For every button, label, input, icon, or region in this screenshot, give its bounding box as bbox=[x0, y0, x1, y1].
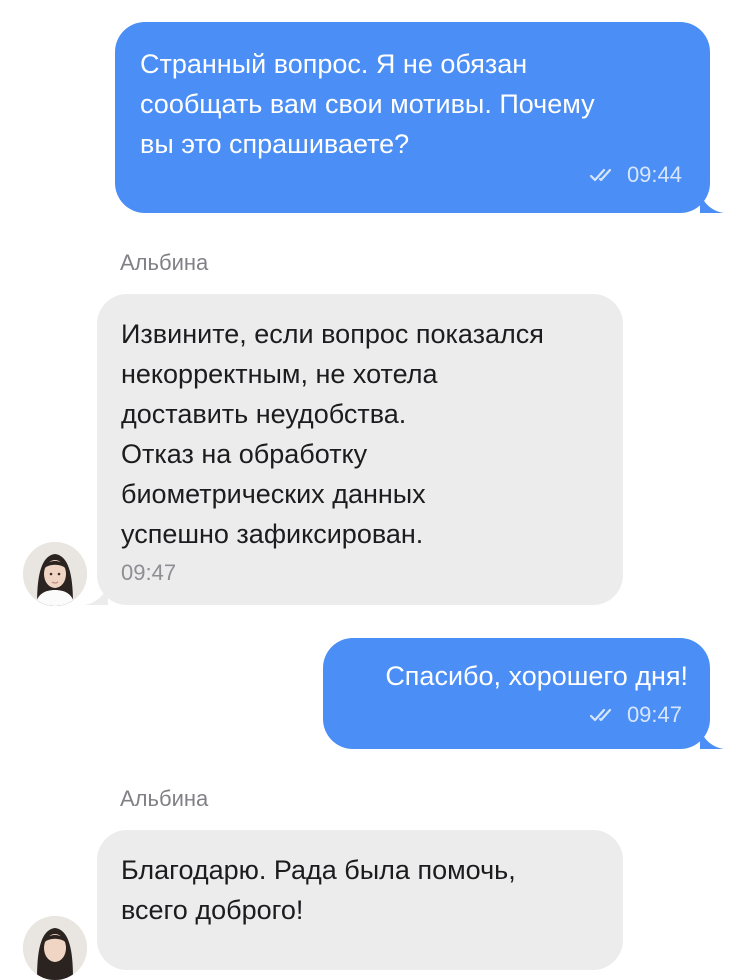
message-text: Извините, если вопрос показался некоррек… bbox=[121, 319, 544, 549]
sender-name: Альбина bbox=[120, 250, 209, 275]
outgoing-message-bubble[interactable]: Спасибо, хорошего дня! 09:47 bbox=[323, 638, 710, 749]
incoming-bubble-tail bbox=[84, 583, 108, 605]
incoming-message-bubble[interactable]: Извините, если вопрос показался некоррек… bbox=[97, 294, 623, 605]
message-time: 09:47 bbox=[121, 560, 177, 585]
message-meta: 09:47 bbox=[589, 695, 682, 735]
sender-name: Альбина bbox=[120, 786, 209, 811]
outgoing-bubble-tail bbox=[700, 191, 724, 213]
message-text: Спасибо, хорошего дня! bbox=[385, 661, 688, 691]
avatar-photo bbox=[23, 542, 87, 606]
message-meta: 09:44 bbox=[589, 155, 682, 195]
avatar[interactable] bbox=[23, 916, 87, 980]
read-double-check-icon bbox=[589, 168, 612, 182]
message-text: Странный вопрос. Я не обязан сообщать ва… bbox=[140, 49, 595, 159]
outgoing-bubble-tail bbox=[700, 727, 724, 749]
avatar-photo bbox=[23, 916, 87, 980]
outgoing-message-bubble[interactable]: Странный вопрос. Я не обязан сообщать ва… bbox=[115, 22, 710, 213]
message-time: 09:47 bbox=[626, 702, 682, 727]
message-time: 09:44 bbox=[626, 162, 682, 187]
incoming-message-bubble[interactable]: Благодарю. Рада была помочь, всего добро… bbox=[97, 830, 623, 970]
chat-thread[interactable]: Странный вопрос. Я не обязан сообщать ва… bbox=[0, 0, 750, 980]
avatar[interactable] bbox=[23, 542, 87, 606]
message-text: Благодарю. Рада была помочь, всего добро… bbox=[121, 855, 516, 925]
read-double-check-icon bbox=[589, 708, 612, 722]
